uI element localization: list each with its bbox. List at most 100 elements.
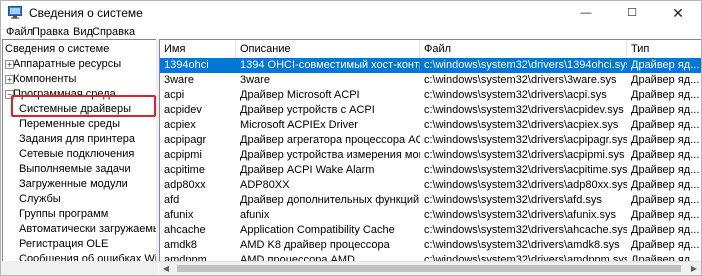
cell-file: c:\windows\system32\drivers\1394ohci.sys xyxy=(424,59,627,71)
title-bar[interactable]: Сведения о системе — ☐ ✕ xyxy=(1,1,701,25)
cell-description: ADP80XX xyxy=(240,179,290,191)
cell-type: Драйвер яд... xyxy=(631,224,700,236)
table-row[interactable]: ahcache Application Compatibility Cache … xyxy=(160,223,701,238)
cell-file: c:\windows\system32\drivers\acpidev.sys xyxy=(424,104,624,116)
table-row[interactable]: afd Драйвер дополнительных функций д... … xyxy=(160,193,701,208)
cell-file: c:\windows\system32\drivers\afunix.sys xyxy=(424,209,616,221)
cell-file: c:\windows\system32\drivers\amdk8.sys xyxy=(424,239,620,251)
scroll-right-icon[interactable]: ▶ xyxy=(687,262,701,275)
system-info-app-icon xyxy=(8,6,22,19)
expand-icon[interactable]: + xyxy=(5,75,14,84)
cell-file: c:\windows\system32\drivers\ahcache.sys xyxy=(424,224,627,236)
table-row[interactable]: acpitime Драйвер ACPI Wake Alarm c:\wind… xyxy=(160,163,701,178)
cell-type: Драйвер яд... xyxy=(631,149,700,161)
tree-item-components[interactable]: + Компоненты xyxy=(3,72,76,87)
cell-file: c:\windows\system32\drivers\acpipmi.sys xyxy=(424,149,625,161)
cell-type: Драйвер яд... xyxy=(631,209,700,221)
cell-description: afunix xyxy=(240,209,270,221)
tree-item-print-jobs[interactable]: Задания для принтера xyxy=(19,132,135,147)
tree-item-label: Автоматически загружаемые п xyxy=(19,223,156,235)
cell-description: 1394 OHCI-совместимый хост-контро... xyxy=(240,59,420,71)
tree-item-running-tasks[interactable]: Выполняемые задачи xyxy=(19,162,131,177)
tree-item-hardware-resources[interactable]: + Аппаратные ресурсы xyxy=(3,57,121,72)
tree-item-loaded-modules[interactable]: Загруженные модули xyxy=(19,177,128,192)
table-row[interactable]: acpipmi Драйвер устройства измерения мощ… xyxy=(160,148,701,163)
close-button[interactable]: ✕ xyxy=(655,1,701,25)
cell-name: acpipagr xyxy=(164,134,207,146)
tree-item-startup-programs[interactable]: Автоматически загружаемые п xyxy=(19,222,156,237)
cell-name: acpiex xyxy=(164,119,196,131)
column-header-type[interactable]: Тип xyxy=(627,40,701,58)
tree-item-label: Сведения о системе xyxy=(5,43,110,55)
cell-description: Драйвер устройств с ACPI xyxy=(240,104,375,116)
cell-name: amdk8 xyxy=(164,239,198,251)
cell-type: Драйвер яд... xyxy=(631,134,700,146)
tree-item-system-summary[interactable]: Сведения о системе xyxy=(5,42,109,57)
table-row[interactable]: 3ware 3ware c:\windows\system32\drivers\… xyxy=(160,73,701,88)
cell-type: Драйвер яд... xyxy=(631,74,700,86)
cell-description: 3ware xyxy=(240,74,270,86)
window-title: Сведения о системе xyxy=(29,6,143,20)
cell-file: c:\windows\system32\drivers\afd.sys xyxy=(424,194,602,206)
table-row[interactable]: acpidev Драйвер устройств с ACPI c:\wind… xyxy=(160,103,701,118)
horizontal-scrollbar[interactable]: ◀ ▶ xyxy=(159,261,701,275)
minimize-button[interactable]: — xyxy=(563,1,609,25)
tree-item-environment-variables[interactable]: Переменные среды xyxy=(19,117,120,132)
category-tree[interactable]: Сведения о системе + Аппаратные ресурсы … xyxy=(2,39,157,263)
column-header-description[interactable]: Описание xyxy=(236,40,420,58)
menu-help[interactable]: Справка xyxy=(92,25,135,40)
maximize-button[interactable]: ☐ xyxy=(609,1,655,25)
column-header-file[interactable]: Файл xyxy=(420,40,627,58)
cell-type: Драйвер яд... xyxy=(631,59,700,71)
table-row[interactable]: acpi Драйвер Microsoft ACPI c:\windows\s… xyxy=(160,88,701,103)
cell-file: c:\windows\system32\drivers\acpitime.sys xyxy=(424,164,627,176)
expand-icon[interactable]: + xyxy=(5,60,14,69)
cell-type: Драйвер яд... xyxy=(631,119,700,131)
cell-file: c:\windows\system32\drivers\acpi.sys xyxy=(424,89,607,101)
tree-item-label: Выполняемые задачи xyxy=(19,163,131,175)
table-row[interactable]: acpipagr Драйвер агрегатора процессора A… xyxy=(160,133,701,148)
cell-name: acpitime xyxy=(164,164,205,176)
scroll-left-icon[interactable]: ◀ xyxy=(159,262,173,275)
cell-name: afunix xyxy=(164,209,194,221)
cell-description: Драйвер ACPI Wake Alarm xyxy=(240,164,375,176)
cell-description: Application Compatibility Cache xyxy=(240,224,395,236)
cell-type: Драйвер яд... xyxy=(631,194,700,206)
menu-edit[interactable]: Правка xyxy=(32,25,69,40)
cell-description: Драйвер устройства измерения мощ... xyxy=(240,149,420,161)
tree-item-network-connections[interactable]: Сетевые подключения xyxy=(19,147,134,162)
cell-file: c:\windows\system32\drivers\3ware.sys xyxy=(424,74,617,86)
tree-item-label: Сетевые подключения xyxy=(19,148,135,160)
cell-description: Драйвер Microsoft ACPI xyxy=(240,89,360,101)
table-row[interactable]: afunix afunix c:\windows\system32\driver… xyxy=(160,208,701,223)
cell-type: Драйвер яд... xyxy=(631,89,700,101)
table-row[interactable]: amdk8 AMD K8 драйвер процессора c:\windo… xyxy=(160,238,701,253)
cell-name: afd xyxy=(164,194,180,206)
cell-name: acpi xyxy=(164,89,185,101)
menu-file[interactable]: Файл xyxy=(6,25,33,40)
cell-name: acpidev xyxy=(164,104,202,116)
cell-name: adp80xx xyxy=(164,179,206,191)
tree-item-label: Компоненты xyxy=(13,73,77,85)
column-header-name[interactable]: Имя xyxy=(160,40,236,58)
tree-item-ole-registration[interactable]: Регистрация OLE xyxy=(19,237,108,252)
cell-file: c:\windows\system32\drivers\acpipagr.sys xyxy=(424,134,627,146)
menu-view[interactable]: Вид xyxy=(73,25,93,40)
cell-name: 1394ohci xyxy=(164,59,209,71)
list-header: Имя Описание Файл Тип xyxy=(160,40,701,59)
tree-item-label: Группы программ xyxy=(19,208,109,220)
scrollbar-thumb[interactable] xyxy=(177,265,681,272)
cell-description: Microsoft ACPIEx Driver xyxy=(240,119,358,131)
cell-file: c:\windows\system32\drivers\acpiex.sys xyxy=(424,119,619,131)
cell-name: 3ware xyxy=(164,74,194,86)
tree-item-services[interactable]: Службы xyxy=(19,192,61,207)
tree-item-program-groups[interactable]: Группы программ xyxy=(19,207,108,222)
tree-item-label: Переменные среды xyxy=(19,118,120,130)
tree-item-label: Загруженные модули xyxy=(19,178,128,190)
tree-item-label: Задания для принтера xyxy=(19,133,135,145)
table-row[interactable]: acpiex Microsoft ACPIEx Driver c:\window… xyxy=(160,118,701,133)
cell-type: Драйвер яд... xyxy=(631,239,700,251)
table-row[interactable]: 1394ohci 1394 OHCI-совместимый хост-конт… xyxy=(160,58,701,73)
drivers-list[interactable]: Имя Описание Файл Тип 1394ohci 1394 OHCI… xyxy=(159,39,701,262)
table-row[interactable]: adp80xx ADP80XX c:\windows\system32\driv… xyxy=(160,178,701,193)
